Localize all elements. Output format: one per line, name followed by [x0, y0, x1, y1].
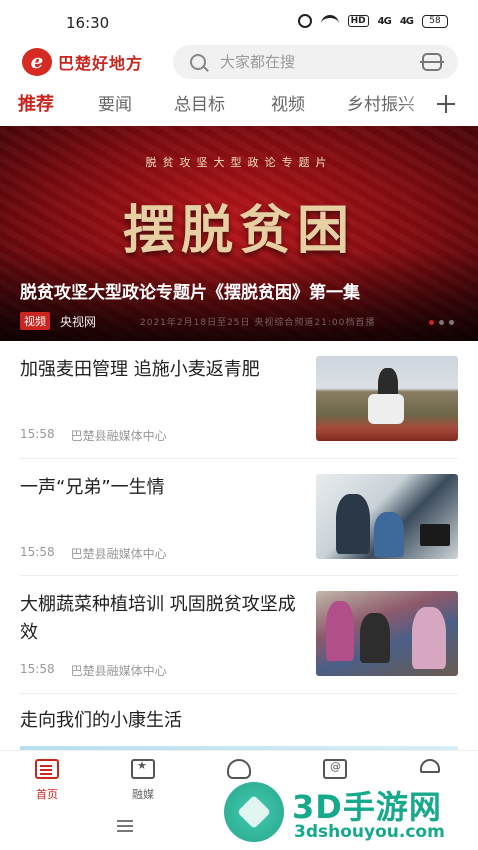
nav-media-label: 融媒: [132, 788, 154, 801]
media-icon: [131, 759, 155, 779]
menu-icon[interactable]: [117, 820, 133, 832]
news-source: 巴楚县融媒体中心: [70, 429, 167, 443]
status-time: 16:30: [66, 14, 110, 32]
home-icon: [35, 759, 59, 779]
news-thumbnail: [316, 356, 458, 441]
news-item[interactable]: 加强麦田管理 追施小麦返青肥 15:58 巴楚县融媒体中心: [20, 356, 458, 444]
list-divider: [20, 575, 458, 576]
signal-icon-2: 4G: [399, 15, 414, 27]
news-meta: 15:58 巴楚县融媒体中心: [20, 427, 167, 444]
news-title: 加强麦田管理 追施小麦返青肥: [20, 359, 260, 380]
signal-icon: 4G: [377, 15, 392, 27]
carousel-indicator: [429, 320, 454, 325]
tab-fade: [400, 86, 440, 122]
carousel-dot: [449, 320, 454, 325]
news-title: 一声“兄弟”一生情: [20, 477, 165, 498]
at-icon: [323, 759, 347, 779]
battery-icon: 58: [422, 14, 448, 28]
carousel-dot: [429, 320, 434, 325]
hd-badge: HD: [347, 15, 369, 27]
news-meta: 15:58 巴楚县融媒体中心: [20, 662, 167, 679]
list-divider: [20, 458, 458, 459]
video-tag-badge: 视频: [20, 312, 50, 330]
carousel-dot: [439, 320, 444, 325]
search-input[interactable]: [220, 53, 410, 71]
news-title: 大棚蔬菜种植培训 巩固脱贫攻坚成效: [20, 594, 296, 643]
status-bar: 16:30 HD 4G 4G 58: [0, 0, 478, 40]
tab-recommend[interactable]: 推荐: [18, 90, 54, 116]
nav-cloud[interactable]: [209, 759, 269, 779]
app-name: 巴楚好地方: [58, 54, 144, 73]
banner-source: 央视网: [60, 314, 97, 329]
app-header: e 巴楚好地方: [0, 42, 478, 82]
app-logo[interactable]: e 巴楚好地方: [22, 48, 143, 76]
tab-goals[interactable]: 总目标: [174, 90, 225, 115]
scan-icon[interactable]: [420, 53, 444, 71]
nav-home-label: 首页: [36, 788, 58, 801]
news-thumbnail: [316, 591, 458, 676]
tab-video[interactable]: 视频: [271, 90, 305, 115]
news-item[interactable]: 大棚蔬菜种植培训 巩固脱贫攻坚成效 15:58 巴楚县融媒体中心: [20, 591, 458, 679]
news-source: 巴楚县融媒体中心: [70, 664, 167, 678]
watermark-logo-icon: [224, 782, 284, 842]
banner-meta: 视频 央视网: [20, 312, 96, 330]
banner-subtitle: 脱贫攻坚大型政论专题片: [145, 156, 333, 169]
status-icons: HD 4G 4G 58: [297, 14, 448, 28]
watermark-url: 3dshouyou.com: [294, 822, 445, 842]
news-time: 15:58: [20, 545, 55, 559]
logo-mark-icon: e: [22, 48, 52, 76]
featured-banner[interactable]: 脱贫攻坚大型政论专题片 摆脱贫困 脱贫攻坚大型政论专题片《摆脱贫困》第一集 视频…: [0, 126, 478, 341]
site-watermark: 3D手游网 3dshouyou.com: [224, 778, 474, 846]
news-thumbnail: [316, 474, 458, 559]
news-item[interactable]: 一声“兄弟”一生情 15:58 巴楚县融媒体中心: [20, 474, 458, 562]
alarm-icon: [297, 14, 312, 28]
tab-news[interactable]: 要闻: [98, 90, 132, 115]
search-bar[interactable]: [173, 45, 458, 79]
channel-tabs: 推荐 要闻 总目标 视频 乡村振兴: [0, 86, 478, 122]
search-icon: [190, 54, 206, 70]
nav-profile[interactable]: [400, 759, 460, 773]
wifi-icon: [320, 15, 339, 27]
user-icon: [420, 759, 440, 773]
cloud-icon: [227, 759, 251, 779]
news-meta: 15:58 巴楚县融媒体中心: [20, 545, 167, 562]
nav-media[interactable]: 融媒: [113, 759, 173, 802]
nav-home[interactable]: 首页: [17, 759, 77, 802]
add-channel-icon[interactable]: [436, 94, 456, 114]
news-time: 15:58: [20, 427, 55, 441]
news-source: 巴楚县融媒体中心: [70, 547, 167, 561]
list-divider: [20, 693, 458, 694]
nav-at[interactable]: [305, 759, 365, 779]
news-time: 15:58: [20, 662, 55, 676]
news-title[interactable]: 走向我们的小康生活: [20, 706, 182, 732]
banner-headline[interactable]: 脱贫攻坚大型政论专题片《摆脱贫困》第一集: [20, 278, 450, 303]
banner-air-info: 2021年2月18日至25日 央视综合频道21:00档首播: [140, 318, 376, 328]
